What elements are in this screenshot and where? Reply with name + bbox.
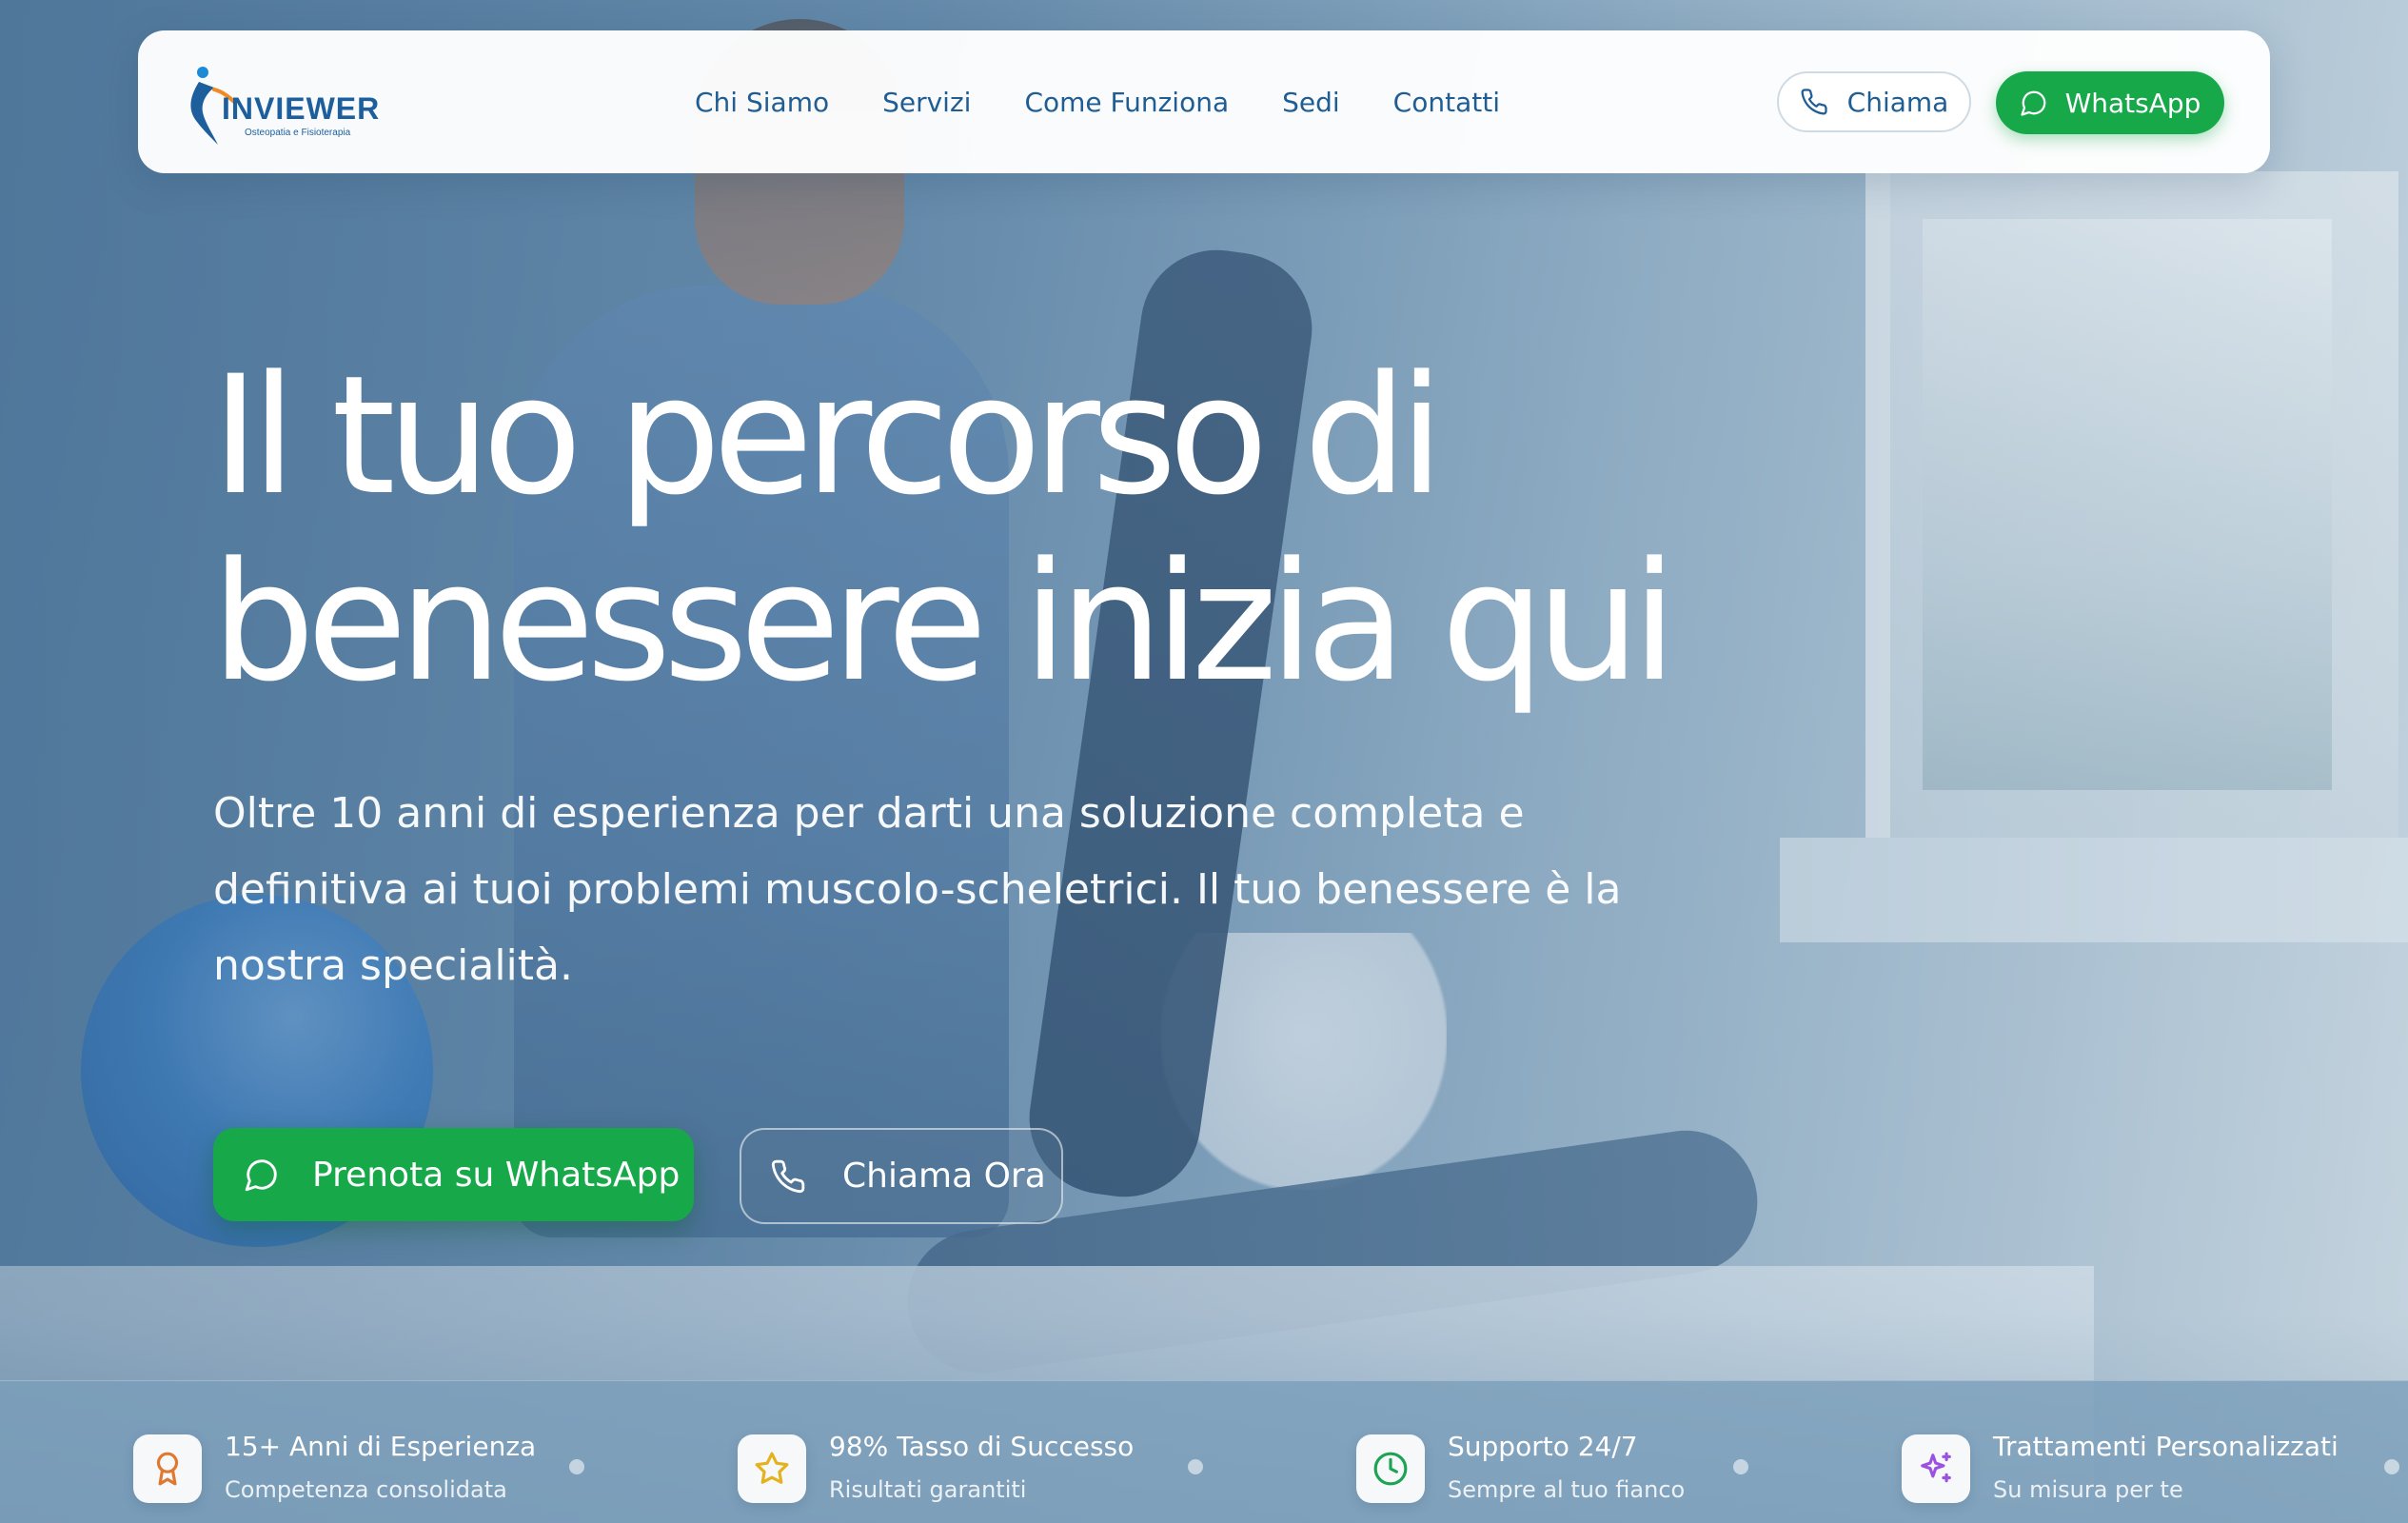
separator-dot	[2384, 1459, 2399, 1474]
clock-icon	[1356, 1434, 1425, 1503]
stat-title: Supporto 24/7	[1448, 1431, 1638, 1462]
stat-subtitle: Su misura per te	[1993, 1476, 2183, 1503]
separator-dot	[1188, 1459, 1203, 1474]
nav-link-chi-siamo[interactable]: Chi Siamo	[695, 87, 829, 118]
header-whatsapp-button[interactable]: WhatsApp	[1996, 71, 2224, 134]
book-whatsapp-button[interactable]: Prenota su WhatsApp	[213, 1128, 694, 1221]
hero-title-line-2: benessere inizia qui	[211, 526, 1677, 718]
separator-dot	[1733, 1459, 1748, 1474]
call-now-label: Chiama Ora	[842, 1157, 1046, 1196]
site-header: INVIEWER Osteopatia e Fisioterapia Chi S…	[138, 30, 2270, 173]
whatsapp-icon	[2020, 90, 2045, 116]
stat-title: 15+ Anni di Esperienza	[225, 1431, 537, 1462]
sparkles-icon	[1902, 1434, 1970, 1503]
hero-title: Il tuo percorso di benessere inizia qui	[211, 343, 1734, 716]
star-icon	[738, 1434, 806, 1503]
whatsapp-icon	[245, 1159, 277, 1192]
award-icon	[133, 1434, 202, 1503]
book-whatsapp-label: Prenota su WhatsApp	[312, 1155, 681, 1195]
hero-title-line-1: Il tuo percorso di	[211, 340, 1444, 531]
hero-subtitle: Oltre 10 anni di esperienza per darti un…	[213, 789, 1622, 990]
nav-link-contatti[interactable]: Contatti	[1393, 87, 1500, 118]
stat-subtitle: Competenza consolidata	[225, 1476, 507, 1503]
separator-dot	[569, 1459, 584, 1474]
stats-bar: 15+ Anni di Esperienza Competenza consol…	[0, 1380, 2408, 1523]
brand-name: INVIEWER	[222, 91, 381, 126]
nav-link-sedi[interactable]: Sedi	[1282, 87, 1340, 118]
phone-icon	[771, 1159, 805, 1193]
header-call-button[interactable]: Chiama	[1777, 71, 1971, 132]
hero-background-image	[0, 0, 2408, 1523]
brand-logo[interactable]: INVIEWER Osteopatia e Fisioterapia	[186, 61, 385, 147]
brand-tagline: Osteopatia e Fisioterapia	[245, 128, 351, 138]
hero-overlay	[0, 0, 2408, 1523]
header-whatsapp-label: WhatsApp	[2064, 87, 2201, 119]
call-now-button[interactable]: Chiama Ora	[740, 1128, 1063, 1224]
stat-subtitle: Risultati garantiti	[829, 1476, 1027, 1503]
stat-title: Trattamenti Personalizzati	[1993, 1431, 2339, 1462]
header-call-label: Chiama	[1846, 86, 1949, 118]
stat-title: 98% Tasso di Successo	[829, 1431, 1135, 1462]
nav-link-come-funziona[interactable]: Come Funziona	[1024, 87, 1229, 118]
phone-icon	[1801, 89, 1827, 115]
nav-link-servizi[interactable]: Servizi	[882, 87, 971, 118]
main-nav: Chi Siamo Servizi Come Funziona Sedi Con…	[695, 30, 1500, 173]
stat-subtitle: Sempre al tuo fianco	[1448, 1476, 1686, 1503]
